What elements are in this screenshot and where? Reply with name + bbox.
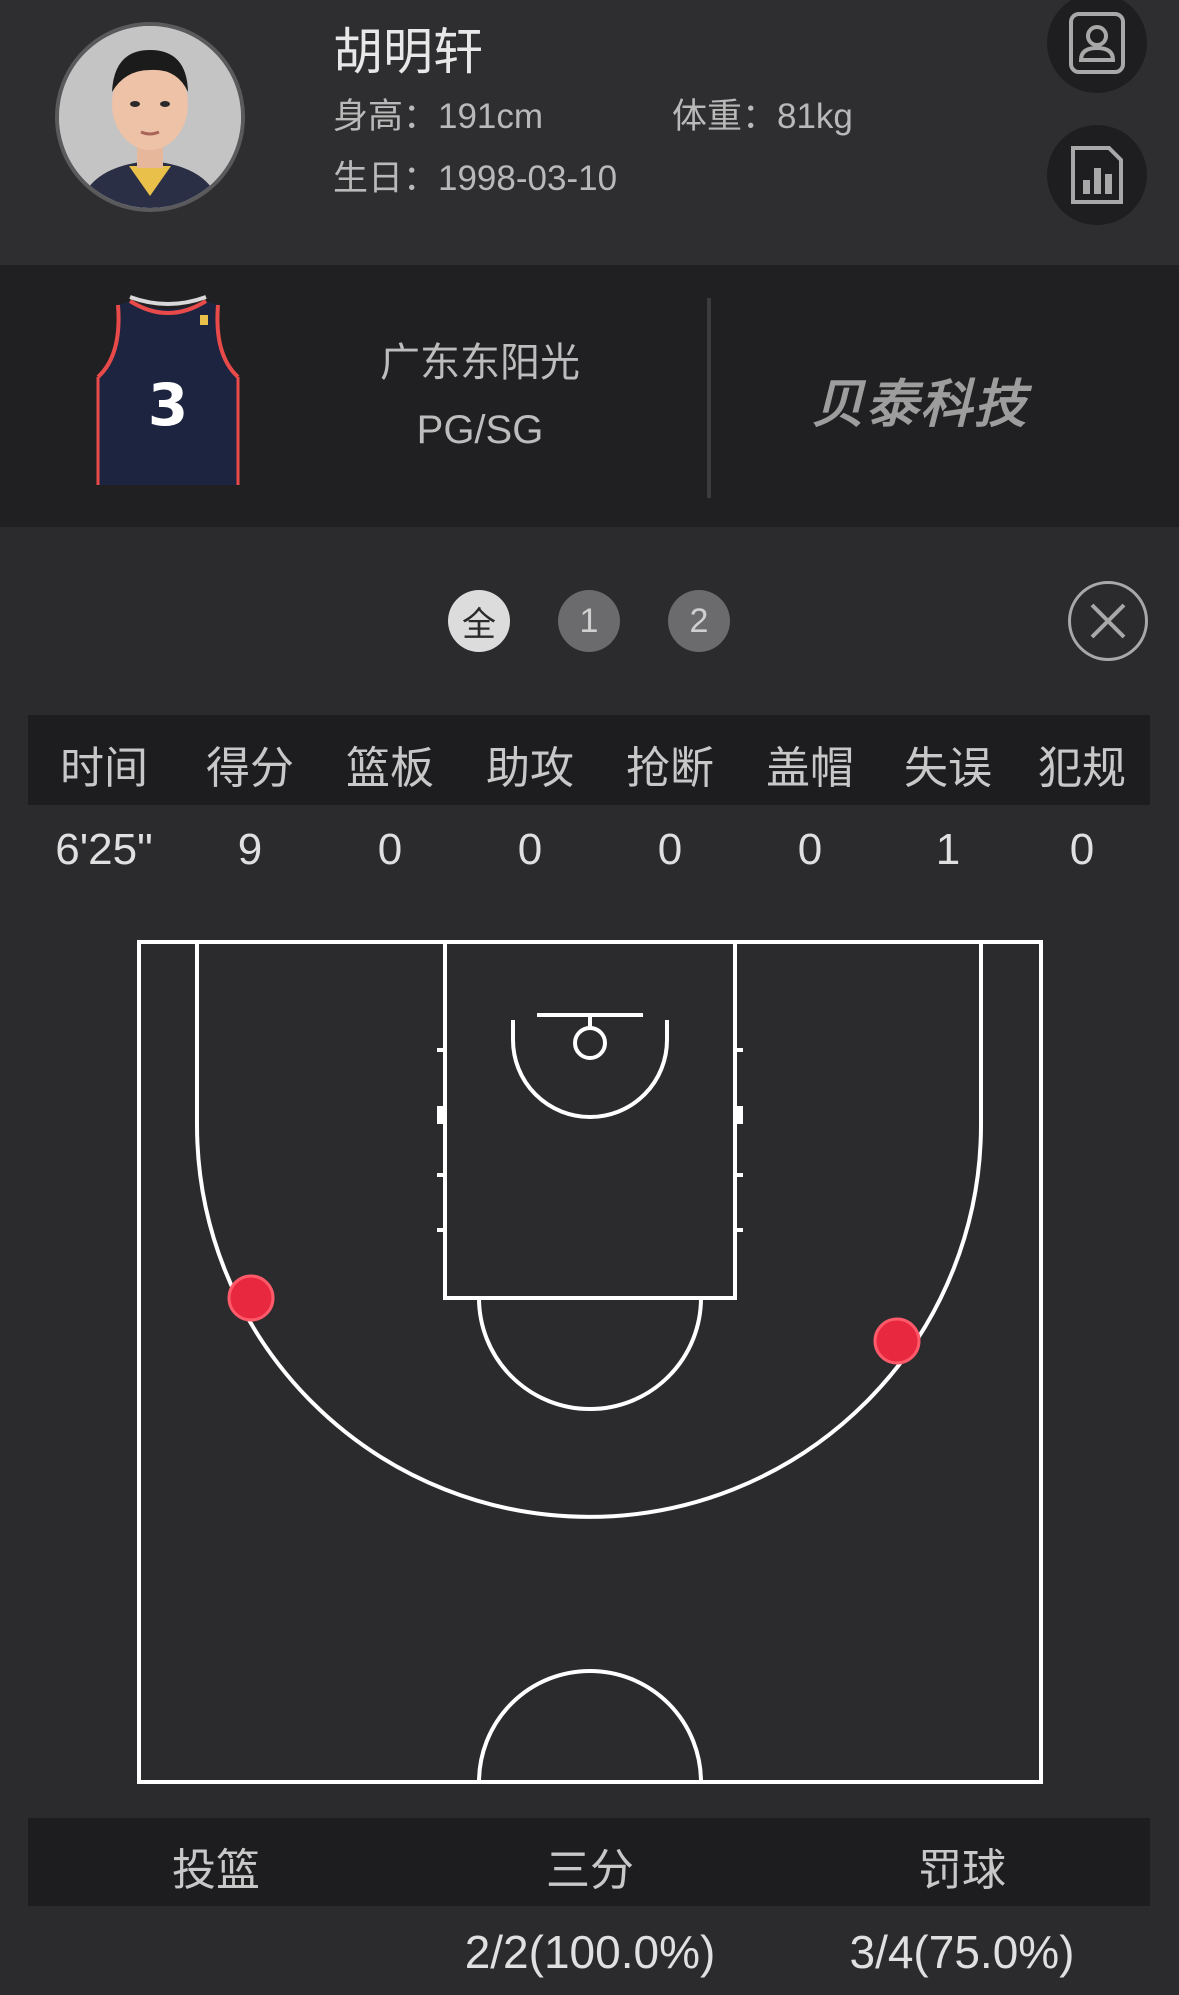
stats-value-assists: 0 (517, 825, 543, 874)
hoop (573, 1026, 607, 1060)
stats-header-assists: 助攻 (486, 744, 574, 793)
close-icon (1090, 603, 1126, 639)
shot-marker-made (227, 1274, 275, 1322)
free-throw-circle (477, 1297, 703, 1411)
shot-marker-made (873, 1317, 921, 1365)
stats-header-blocks: 盖帽 (766, 744, 854, 793)
bar-chart-icon (1071, 146, 1123, 204)
stats-header-fouls: 犯规 (1038, 744, 1126, 793)
avatar-photo (59, 26, 241, 208)
player-height: 身高：191cm (333, 97, 544, 136)
period-1-button[interactable]: 1 (558, 590, 620, 652)
stats-button[interactable] (1047, 125, 1147, 225)
shot-chart-court (137, 940, 1043, 1784)
shooting-header-fg: 投篮 (172, 1846, 260, 1895)
close-button[interactable] (1068, 581, 1148, 661)
player-position: PG/SG (416, 408, 544, 452)
sponsor-logo: 贝泰科技 (812, 376, 1029, 434)
stats-value-fouls: 0 (1069, 825, 1095, 874)
period-all-button[interactable]: 全 (448, 590, 510, 652)
period-2-button[interactable]: 2 (668, 590, 730, 652)
team-name: 广东东阳光 (380, 341, 580, 385)
paint-area (443, 940, 737, 1300)
center-circle (477, 1669, 703, 1783)
shooting-header-3pt: 三分 (546, 1846, 634, 1895)
jersey-number: 3 (148, 371, 188, 439)
stats-header-time: 时间 (60, 744, 148, 793)
stats-header-steals: 抢断 (626, 744, 714, 793)
stats-value-points: 9 (237, 825, 263, 874)
team-divider (707, 298, 711, 498)
shooting-value-3pt: 2/2(100.0%) (464, 1926, 716, 1978)
shooting-value-ft: 3/4(75.0%) (849, 1926, 1075, 1978)
stats-header-turnovers: 失误 (904, 744, 992, 793)
stats-header-points: 得分 (206, 744, 294, 793)
stats-value-time: 6'25" (55, 825, 153, 874)
player-avatar (55, 22, 245, 212)
player-weight: 体重：81kg (672, 97, 853, 136)
restricted-area (511, 1020, 669, 1119)
stats-value-blocks: 0 (797, 825, 823, 874)
player-name: 胡明轩 (333, 24, 483, 80)
contact-card-icon (1069, 12, 1125, 74)
stats-value-steals: 0 (657, 825, 683, 874)
player-birthday: 生日：1998-03-10 (333, 159, 618, 198)
stats-value-turnovers: 1 (935, 825, 961, 874)
jersey-icon: 3 (96, 295, 240, 485)
stats-header-rebounds: 篮板 (346, 744, 434, 793)
shooting-header-ft: 罚球 (918, 1846, 1006, 1895)
stats-value-rebounds: 0 (377, 825, 403, 874)
